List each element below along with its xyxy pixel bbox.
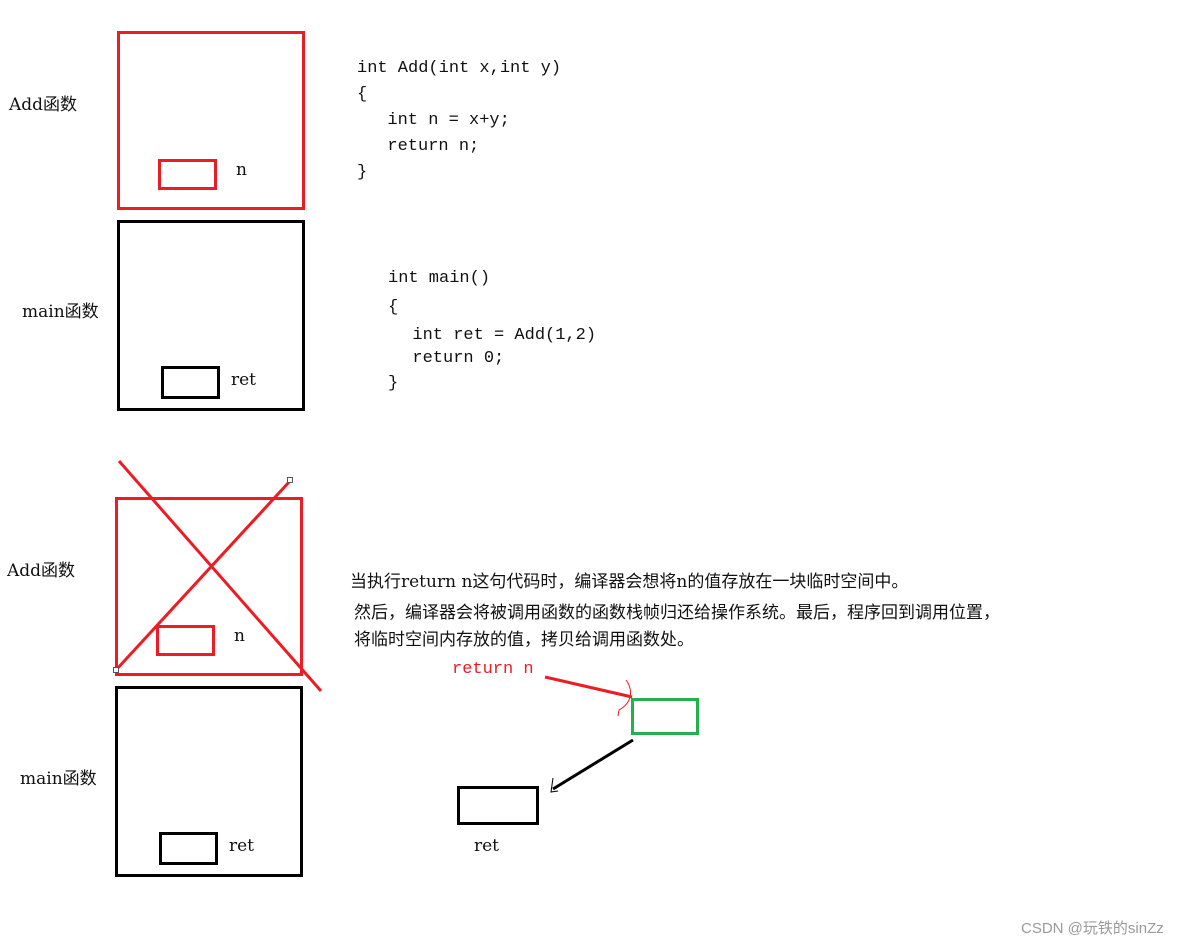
code-line: int main() — [388, 269, 491, 288]
variable-n-label-2: n — [234, 626, 245, 646]
main-function-code: int main() { int ret = Add(1,2) return 0… — [388, 266, 596, 398]
black-arrow-head — [550, 777, 559, 793]
code-line: { — [357, 85, 368, 104]
variable-ret-label: ret — [231, 370, 257, 390]
add-function-code: int Add(int x,int y) { int n = x+y; retu… — [357, 56, 561, 186]
code-line: int Add(int x,int y) — [357, 59, 562, 78]
watermark: CSDN @玩铁的sinZz — [1021, 920, 1164, 937]
red-arrow-head — [617, 679, 631, 717]
variable-n-box-2 — [156, 625, 215, 656]
selection-handle — [287, 477, 293, 483]
code-line: { — [388, 298, 399, 317]
variable-n-box — [158, 159, 217, 190]
main-frame-label-2: main函数 — [20, 769, 97, 789]
code-line: int ret = Add(1,2) — [392, 326, 597, 345]
temporary-space-box — [631, 698, 699, 735]
ret-destination-label: ret — [474, 836, 500, 856]
code-line: int n = x+y; — [367, 111, 510, 130]
explanation-line-2: 然后，编译器会将被调用函数的函数栈帧归还给操作系统。最后，程序回到调用位置， — [354, 603, 1000, 623]
return-n-label: return n — [452, 660, 534, 679]
code-line: return n; — [367, 137, 480, 156]
black-arrow-line — [552, 738, 634, 791]
main-frame-label: main函数 — [22, 302, 99, 322]
variable-ret-box-2 — [159, 832, 218, 865]
red-arrow-line — [544, 675, 633, 699]
ret-destination-box — [457, 786, 539, 825]
variable-ret-box — [161, 366, 220, 399]
code-line: return 0; — [392, 349, 505, 368]
code-line: } — [388, 374, 399, 393]
explanation-line-3: 将临时空间内存放的值，拷贝给调用函数处。 — [354, 630, 694, 650]
variable-ret-label-2: ret — [229, 836, 255, 856]
variable-n-label: n — [236, 160, 247, 180]
code-line: } — [357, 163, 368, 182]
add-frame-label-2: Add函数 — [7, 561, 76, 581]
add-frame-label: Add函数 — [9, 95, 78, 115]
explanation-line-1: 当执行return n这句代码时，编译器会想将n的值存放在一块临时空间中。 — [350, 572, 909, 592]
